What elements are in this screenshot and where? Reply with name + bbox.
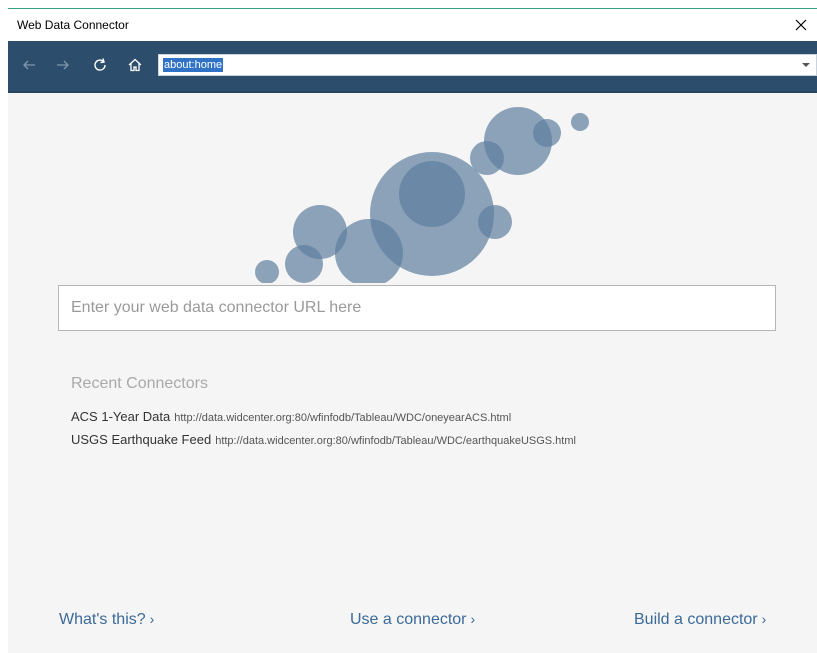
back-button[interactable]: [18, 54, 40, 76]
chevron-right-icon: ›: [470, 611, 476, 627]
chevron-down-icon: [802, 63, 810, 67]
window-title: Web Data Connector: [17, 18, 129, 32]
address-dropdown-button[interactable]: [798, 55, 814, 75]
bubble: [285, 245, 323, 283]
main-content: Recent Connectors ACS 1-Year Data http:/…: [8, 93, 817, 653]
close-icon: [795, 19, 807, 30]
bubble: [478, 205, 512, 239]
recent-connectors-heading: Recent Connectors: [71, 375, 208, 392]
bubble: [399, 161, 465, 227]
use-connector-link[interactable]: Use a connector ›: [350, 611, 475, 629]
chevron-right-icon: ›: [149, 611, 155, 627]
whats-this-link[interactable]: What's this? ›: [59, 611, 154, 629]
bubble: [470, 141, 504, 175]
close-button[interactable]: [785, 9, 817, 40]
recent-connector-item[interactable]: ACS 1-Year Data http://data.widcenter.or…: [71, 409, 576, 432]
address-bar-text[interactable]: about:home: [163, 58, 224, 72]
web-data-connector-window: Web Data Connector about:home Enter your…: [8, 8, 817, 653]
forward-button[interactable]: [52, 54, 74, 76]
browser-toolbar: about:home: [8, 41, 817, 91]
build-connector-link[interactable]: Build a connector ›: [634, 611, 766, 629]
connector-name[interactable]: ACS 1-Year Data: [71, 409, 170, 424]
connector-url[interactable]: http://data.widcenter.org:80/wfinfodb/Ta…: [215, 435, 576, 447]
refresh-button[interactable]: [89, 54, 111, 76]
chevron-right-icon: ›: [761, 611, 767, 627]
address-bar[interactable]: about:home: [158, 54, 817, 76]
recent-connector-item[interactable]: USGS Earthquake Feed http://data.widcent…: [71, 432, 576, 455]
home-button[interactable]: [124, 54, 146, 76]
bubble: [533, 119, 561, 147]
back-arrow-icon: [23, 60, 35, 70]
use-connector-label[interactable]: Use a connector: [350, 611, 467, 628]
connector-url[interactable]: http://data.widcenter.org:80/wfinfodb/Ta…: [174, 412, 511, 424]
bubble: [571, 113, 589, 131]
bubble: [255, 260, 279, 283]
home-icon: [128, 58, 142, 72]
title-bar: Web Data Connector: [8, 9, 817, 40]
whats-this-label[interactable]: What's this?: [59, 611, 146, 628]
wdc-url-input[interactable]: [58, 285, 776, 331]
bubble-graphic: [255, 107, 589, 283]
forward-arrow-icon: [57, 60, 69, 70]
build-connector-label[interactable]: Build a connector: [634, 611, 758, 628]
refresh-icon: [94, 58, 106, 71]
recent-connectors-list: ACS 1-Year Data http://data.widcenter.or…: [71, 409, 576, 455]
connector-name[interactable]: USGS Earthquake Feed: [71, 432, 211, 447]
